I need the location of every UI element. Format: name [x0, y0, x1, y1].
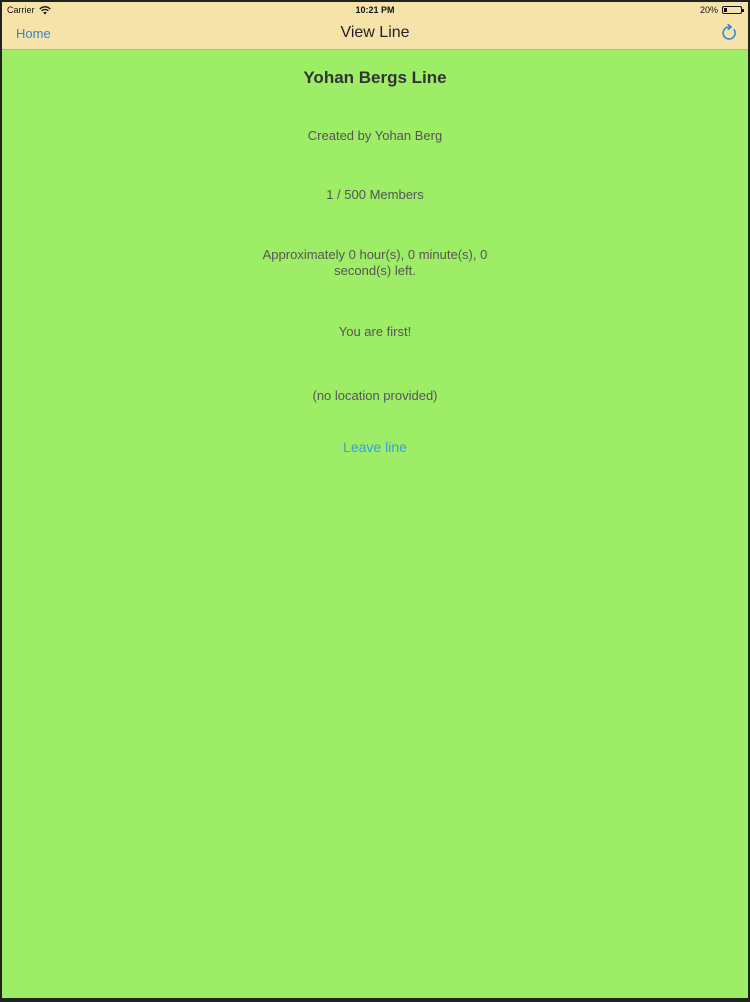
- refresh-icon[interactable]: [720, 24, 738, 42]
- screen: Carrier 10:21 PM 20% Home View Line Yoha…: [2, 2, 748, 998]
- battery-percent: 20%: [699, 5, 718, 15]
- members-count: 1 / 500 Members: [326, 187, 424, 202]
- navigation-bar: Home View Line: [2, 18, 748, 50]
- status-bar: Carrier 10:21 PM 20%: [2, 2, 748, 18]
- status-time: 10:21 PM: [355, 5, 395, 15]
- queue-position-text: You are first!: [338, 324, 412, 339]
- line-title: Yohan Bergs Line: [303, 68, 447, 87]
- time-left-text: Approximately 0 hour(s), 0 minute(s), 0 …: [262, 247, 488, 278]
- created-by-text: Created by Yohan Berg: [307, 128, 443, 143]
- page-title: View Line: [340, 24, 410, 41]
- battery-fill: [724, 8, 727, 12]
- battery-icon: [722, 6, 744, 14]
- location-text: (no location provided): [312, 388, 438, 403]
- leave-line-button[interactable]: Leave line: [2, 439, 748, 455]
- status-right: 20%: [699, 5, 744, 15]
